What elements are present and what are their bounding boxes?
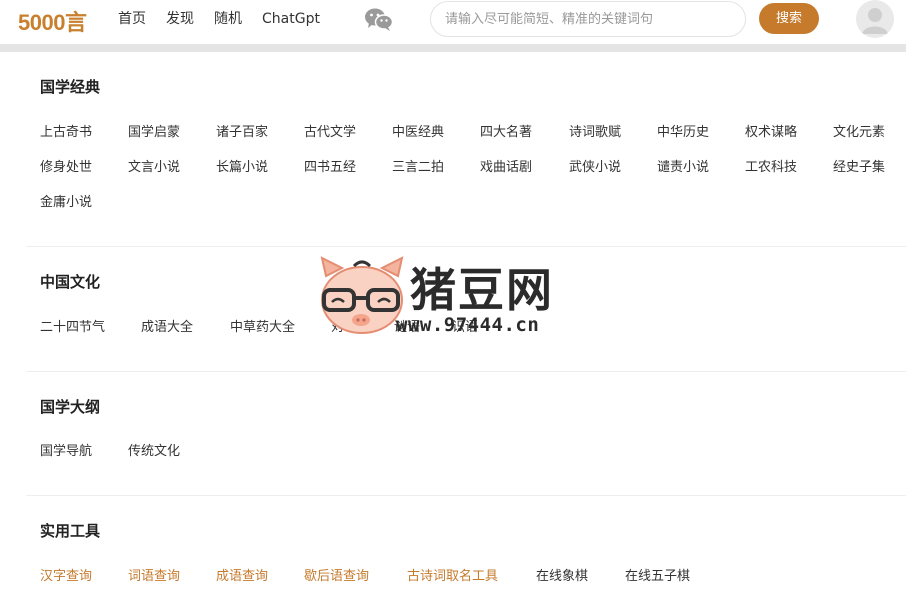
category-link[interactable]: 中草药大全 [230,316,295,335]
category-link[interactable]: 四书五经 [304,156,356,175]
category-link[interactable]: 文言小说 [128,156,180,175]
section-title: 实用工具 [40,522,101,540]
category-link[interactable]: 识语 [452,316,478,335]
tool-link-hanzi[interactable]: 汉字查询 [40,565,92,584]
section-divider [26,495,906,496]
tool-link-xiangqi[interactable]: 在线象棋 [536,565,588,584]
category-link[interactable]: 修身处世 [40,156,92,175]
top-header: 5000言 首页 发现 随机 ChatGpt 搜索 [0,0,906,40]
category-link[interactable]: 武侠小说 [569,156,621,175]
category-link[interactable]: 二十四节气 [40,316,105,335]
category-link[interactable]: 四大名著 [480,121,532,140]
watermark-title: 猪豆网 [410,263,554,317]
category-link[interactable]: 工农科技 [745,156,797,175]
category-link[interactable]: 中华历史 [657,121,709,140]
site-logo[interactable]: 5000言 [18,5,87,37]
category-link[interactable]: 经史子集 [833,156,885,175]
section-title: 国学大纲 [40,398,101,416]
category-link[interactable]: 古代文学 [304,121,356,140]
category-link[interactable]: 上古奇书 [40,121,92,140]
nav-discover[interactable]: 发现 [166,10,194,28]
category-link[interactable]: 诸子百家 [216,121,268,140]
category-link[interactable]: 诗词歌赋 [569,121,621,140]
tool-link-wuziqi[interactable]: 在线五子棋 [625,565,690,584]
tool-link-ciyu[interactable]: 词语查询 [128,565,180,584]
category-link[interactable]: 国学导航 [40,440,92,459]
nav-random[interactable]: 随机 [214,10,242,28]
section-divider [26,246,906,247]
tool-link-chengyu[interactable]: 成语查询 [216,565,268,584]
category-link[interactable]: 长篇小说 [216,156,268,175]
user-avatar-icon[interactable] [856,0,894,38]
header-divider [0,44,906,52]
wechat-icon[interactable] [364,7,394,31]
category-link[interactable]: 权术谋略 [745,121,797,140]
category-link[interactable]: 对联 [331,316,357,335]
category-link[interactable]: 金庸小说 [40,191,92,210]
tool-link-naming[interactable]: 古诗词取名工具 [407,565,498,584]
category-link[interactable]: 谜语 [394,316,420,335]
nav-chatgpt[interactable]: ChatGpt [262,10,320,28]
tool-link-xiehouyu[interactable]: 歇后语查询 [304,565,369,584]
category-link[interactable]: 国学启蒙 [128,121,180,140]
category-link[interactable]: 文化元素 [833,121,885,140]
category-link[interactable]: 三言二拍 [392,156,444,175]
search-input[interactable] [430,1,746,37]
category-link[interactable]: 成语大全 [141,316,193,335]
main-nav: 首页 发现 随机 ChatGpt [118,10,340,28]
section-divider [26,371,906,372]
nav-home[interactable]: 首页 [118,10,146,28]
category-link[interactable]: 戏曲话剧 [480,156,532,175]
section-title: 国学经典 [40,78,101,96]
section-title: 中国文化 [40,273,101,291]
category-link[interactable]: 中医经典 [392,121,444,140]
category-link[interactable]: 谴责小说 [657,156,709,175]
category-link[interactable]: 传统文化 [128,440,180,459]
search-button[interactable]: 搜索 [759,3,819,34]
